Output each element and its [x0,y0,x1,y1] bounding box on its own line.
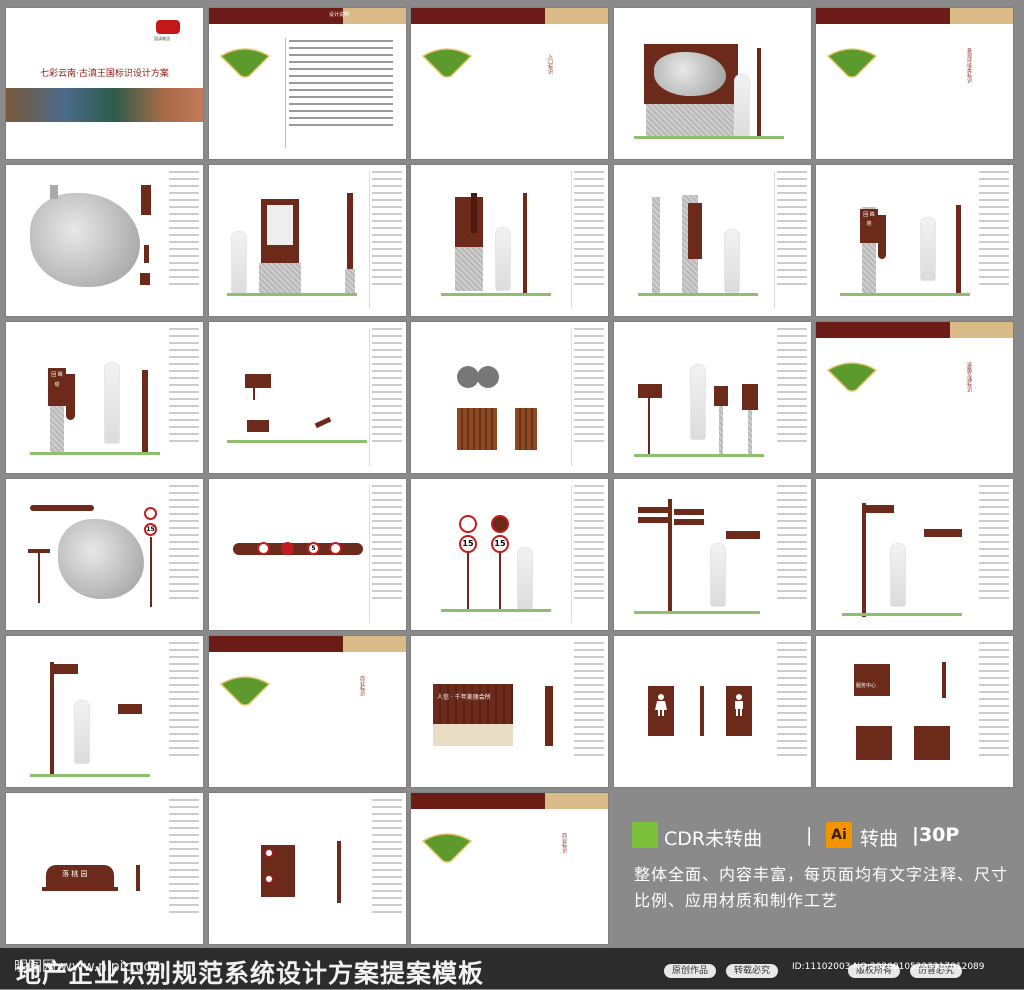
ai-label: 转曲 [860,828,899,850]
page-design-notes[interactable]: 设计说明 [209,8,406,159]
page-traffic-layout[interactable]: 15 [6,479,203,630]
human-scale-figure-icon [734,74,750,138]
stop-sign-icon [281,542,294,555]
notes-heading: 设计说明 [329,12,350,18]
page-trash-bins[interactable] [411,322,608,473]
notes-text-block [289,40,393,126]
human-scale-figure-icon [74,700,90,764]
cdr-label: CDR未转曲 [664,828,763,850]
page-mailbox-signs[interactable] [614,322,811,473]
watermark-text: 昵图网 www.nipic.com [14,959,166,975]
no-smoking-icon [265,849,273,857]
page-commerce-section[interactable]: 商业标识 [411,793,608,944]
page-scenic-section[interactable]: 景观环境类标识 [816,8,1013,159]
page-speed-signs[interactable]: 15 15 [411,479,608,630]
fan-emblem-icon [421,833,473,863]
club-sign-text: 人信 · 千年美丽会所 [437,694,491,701]
logo-caption: 国滇集团 [154,36,170,41]
page-notice-plate[interactable] [209,793,406,944]
page-restroom-signs[interactable] [614,636,811,787]
bin-lid-icon [477,366,499,388]
page-fingerpost[interactable] [614,479,811,630]
fan-emblem-icon [219,48,271,78]
section-label: 道路交通标识 [966,362,972,392]
human-scale-figure-icon [920,217,936,281]
fan-emblem-icon [219,676,271,706]
page-road-section[interactable]: 道路交通标识 [816,322,1013,473]
fan-emblem-icon [826,48,878,78]
page-road-barrier[interactable]: 5 [209,479,406,630]
section-label: 入口标识 [547,54,553,74]
page-business-section[interactable]: 商业标识 [209,636,406,787]
page-sign-layout-map[interactable] [6,165,203,316]
fan-emblem-icon [826,362,878,392]
human-scale-figure-icon [104,362,120,444]
speed-limit-sign: 15 [491,535,509,553]
monument-sign-text: 落 桃 园 [62,870,88,878]
human-scale-figure-icon [231,231,247,295]
page-entrance-section[interactable]: 入口标识 [411,8,608,159]
page-guide-post[interactable] [411,165,608,316]
page-monument-sign[interactable]: 落 桃 园 [6,793,203,944]
site-map-icon [654,52,726,96]
human-scale-figure-icon [690,364,706,440]
male-restroom-icon [735,694,743,716]
section-label: 商业标识 [561,833,567,853]
stop-sign-icon [491,515,509,533]
cover-title: 七彩云南·古滇王国标识设计方案 [40,69,169,79]
human-scale-figure-icon [710,543,726,607]
separator: | [806,824,813,846]
site-map-icon [58,519,144,599]
page-arm-sign[interactable] [816,479,1013,630]
no-entry-sign-icon [257,542,270,555]
original-work-button[interactable]: 原创作品 [664,964,716,978]
human-scale-figure-icon [495,227,511,291]
section-label: 景观环境类标识 [966,48,972,83]
page-count: |30P [912,824,960,846]
landmark-sign-plate: 回 眸 塔 [48,368,66,406]
cover-page[interactable]: 国滇集团 七彩云南·古滇王国标识设计方案 [6,8,203,159]
fan-emblem-icon [421,48,473,78]
brand-logo-icon [156,20,180,34]
page-landmark-sign-2[interactable]: 回 眸 塔 [6,322,203,473]
speed-limit-sign: 15 [144,523,157,536]
page-direction-pylon[interactable] [614,165,811,316]
speed-limit-sign: 5 [307,542,320,555]
human-scale-figure-icon [517,547,533,611]
page-lawn-signs[interactable] [209,322,406,473]
no-entry-sign-icon [144,507,157,520]
speed-limit-sign: 15 [459,535,477,553]
page-club-sign[interactable]: 人信 · 千年美丽会所 [411,636,608,787]
feature-info-panel: CDR未转曲 | Ai 转曲 |30P 整体全面、内容丰富，每页面均有文字注释、… [620,790,1014,942]
site-map-icon [30,193,140,287]
bin-lid-icon [457,366,479,388]
page-service-signs[interactable]: 服务中心 [816,636,1013,787]
feature-description: 整体全面、内容丰富，每页面均有文字注释、尺寸比例、应用材质和制作工艺 [634,865,1009,910]
page-info-board[interactable] [209,165,406,316]
no-horn-sign-icon [329,542,342,555]
ai-logo-icon: Ai [826,822,852,848]
cover-photo-strip [6,88,203,122]
section-label: 商业标识 [359,676,365,696]
no-parking-sign-icon [459,515,477,533]
image-id-text: ID:11102003 NO:20200105223317012089 [792,962,985,972]
human-scale-figure-icon [890,543,906,607]
human-scale-figure-icon [724,229,740,293]
cdr-logo-icon [632,822,658,848]
female-restroom-icon [655,694,667,716]
page-hanging-sign[interactable] [6,636,203,787]
no-entry-sign-icon [265,875,273,883]
landmark-sign-plate: 回 眸 塔 [860,209,878,243]
reprint-warning-button[interactable]: 转载必究 [726,964,778,978]
service-center-label: 服务中心 [856,683,877,689]
page-entrance-map-sign[interactable] [614,8,811,159]
page-landmark-sign[interactable]: 回 眸 塔 [816,165,1013,316]
